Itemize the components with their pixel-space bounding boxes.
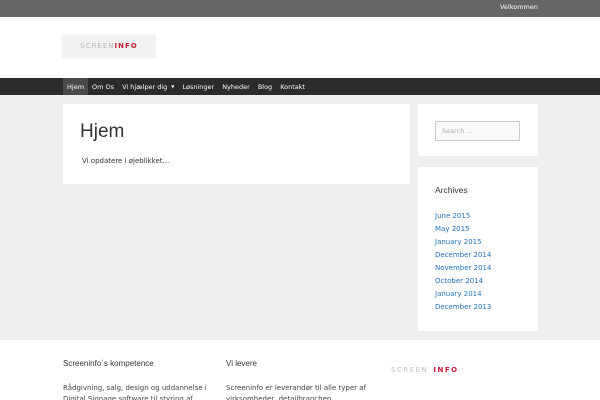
footer-deliver-text: Screeninfo er leverandør til alle typer … (226, 384, 367, 400)
nav-item-vi-hjaelper-dig[interactable]: Vi hjælper dig ▼ (118, 78, 178, 95)
archive-link[interactable]: December 2013 (435, 301, 491, 314)
archives-widget: Archives June 2015 May 2015 January 2015… (418, 167, 538, 331)
main-nav: Hjem Om Os Vi hjælper dig ▼ Løsninger Nyh… (0, 78, 600, 95)
footer-deliver-title: Vi levere (226, 359, 257, 368)
nav-item-label: Kontakt (280, 82, 306, 91)
nav-item-label: Vi hjælper dig (122, 82, 168, 91)
archive-link[interactable]: December 2014 (435, 249, 491, 262)
archive-link[interactable]: January 2014 (435, 288, 491, 301)
nav-item-kontakt[interactable]: Kontakt (276, 78, 309, 95)
archive-link[interactable]: June 2015 (435, 210, 491, 223)
logo-text-info: INFO (114, 42, 138, 50)
footer-logo: SCREEN INFO (391, 357, 459, 376)
archive-link[interactable]: November 2014 (435, 262, 491, 275)
archive-link[interactable]: January 2015 (435, 236, 491, 249)
site-logo[interactable]: SCREEN INFO (62, 35, 156, 58)
nav-item-hjem[interactable]: Hjem (63, 78, 89, 95)
nav-item-blog[interactable]: Blog (254, 78, 276, 95)
nav-item-om-os[interactable]: Om Os (88, 78, 118, 95)
page-body-text: Vi opdatere i øjeblikket... (82, 157, 170, 165)
archives-list: June 2015 May 2015 January 2015 December… (435, 210, 491, 314)
footer-logo-text-screen: SCREEN (391, 366, 429, 374)
footer-competence-title: Screeninfo´s kompetence (63, 359, 154, 368)
site-header: SCREEN INFO (0, 17, 600, 79)
top-bar: Velkommen (0, 0, 600, 17)
footer-competence-text: Rådgivning, salg, design og uddannelse i… (63, 384, 207, 400)
welcome-link[interactable]: Velkommen (500, 3, 538, 11)
nav-item-label: Løsninger (182, 82, 215, 91)
archives-title: Archives (435, 185, 468, 195)
nav-item-label: Om Os (92, 82, 115, 91)
search-input[interactable] (435, 121, 520, 141)
nav-item-losninger[interactable]: Løsninger (178, 78, 218, 95)
page-title: Hjem (80, 121, 125, 142)
archive-link[interactable]: May 2015 (435, 223, 491, 236)
caret-down-icon: ▼ (171, 84, 175, 89)
search-widget (418, 104, 538, 156)
nav-item-label: Blog (257, 82, 273, 91)
nav-item-nyheder[interactable]: Nyheder (218, 78, 254, 95)
nav-item-label: Nyheder (222, 82, 250, 91)
archive-link[interactable]: October 2014 (435, 275, 491, 288)
nav-item-label: Hjem (67, 82, 85, 91)
site-footer: Screeninfo´s kompetence Rådgivning, salg… (0, 340, 600, 400)
footer-logo-text-info: INFO (433, 366, 459, 374)
logo-text-screen: SCREEN (80, 42, 115, 50)
main-content: Hjem Vi opdatere i øjeblikket... (63, 104, 410, 184)
